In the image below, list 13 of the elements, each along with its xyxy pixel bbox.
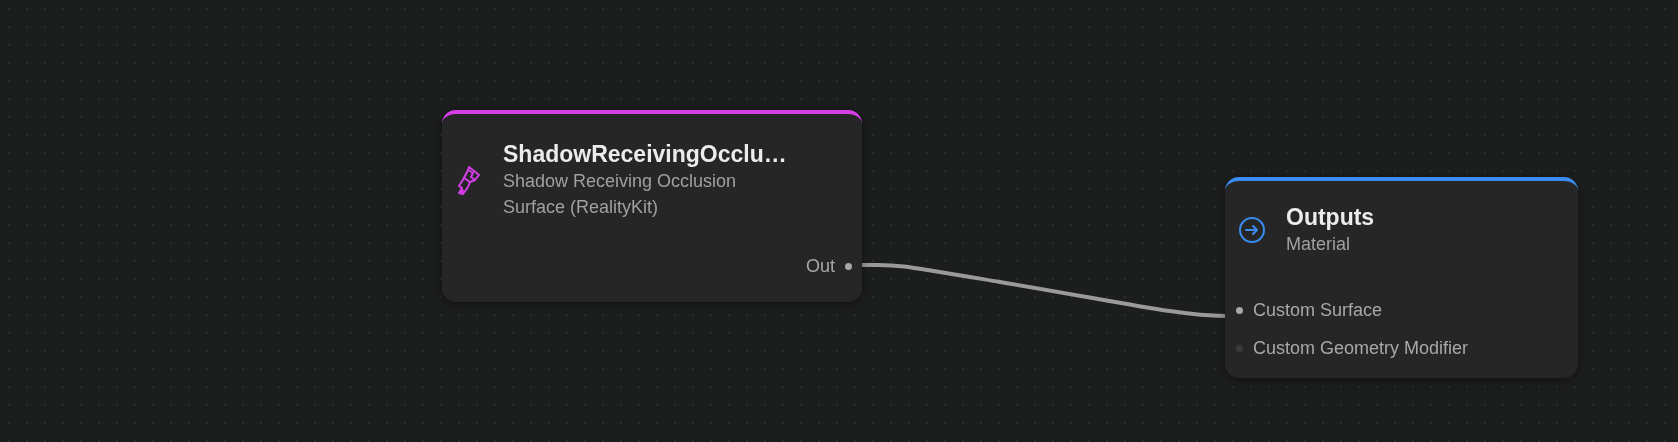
port-label: Custom Surface: [1253, 299, 1383, 322]
port-dot[interactable]: [1236, 306, 1243, 314]
node-card[interactable]: Outputs Material Custom Surface Custom Geometry Modifier: [1225, 177, 1578, 378]
node-card[interactable]: ShadowReceivingOcclu… Shadow Receiving Occlusion Surface (RealityKit) Out: [442, 110, 862, 302]
node-subtitle: Shadow Receiving Occlusion Surface (RealityKit): [503, 170, 738, 219]
port-label: Out: [806, 255, 835, 278]
node-title: ShadowReceivingOcclu…: [503, 140, 788, 168]
node-title: Outputs: [1286, 203, 1375, 231]
paintbrush-icon: [455, 164, 483, 196]
node-subtitle: Material: [1286, 233, 1352, 256]
port-label: Custom Geometry Modifier: [1253, 337, 1469, 360]
port-dot[interactable]: [845, 262, 852, 270]
arrow-circle-icon: [1238, 216, 1266, 244]
